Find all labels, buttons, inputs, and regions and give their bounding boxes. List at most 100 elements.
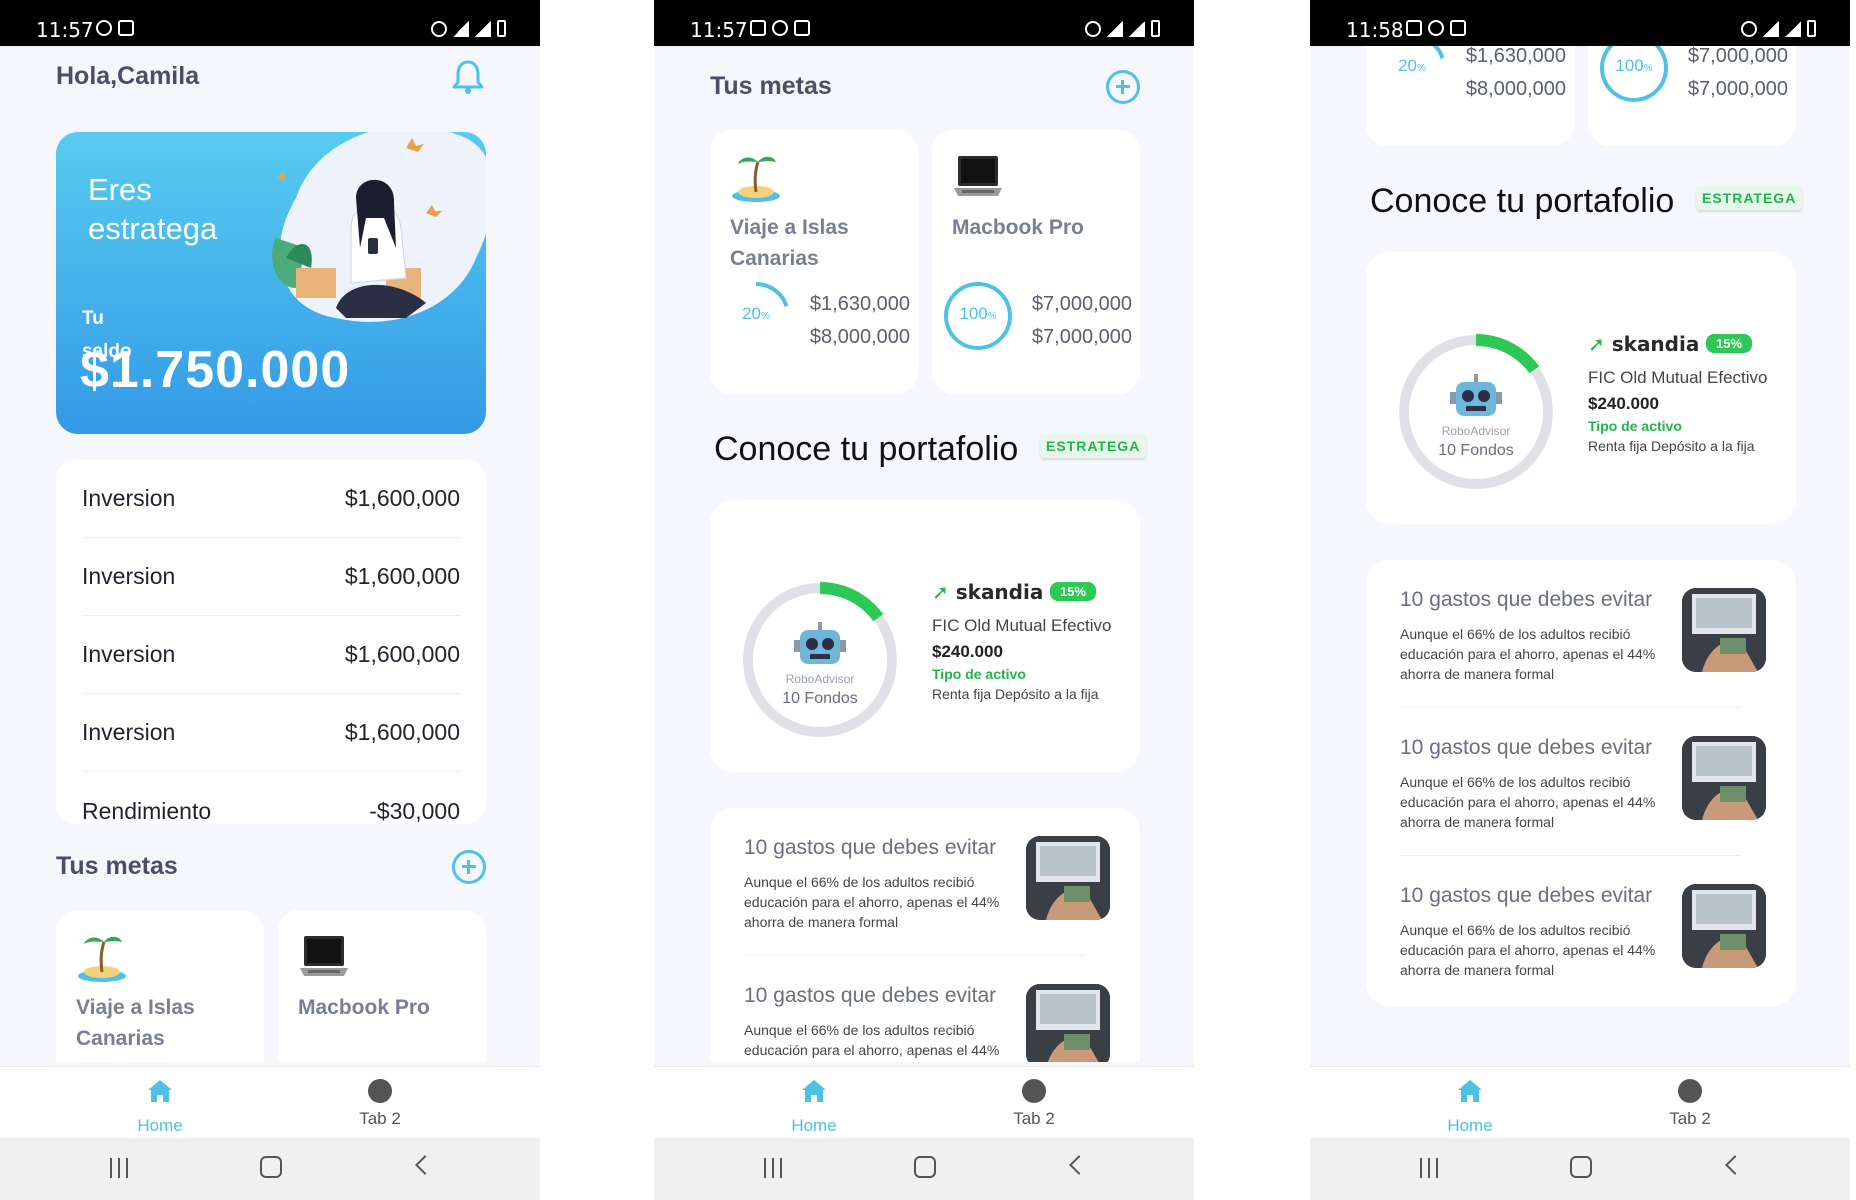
island-icon — [732, 156, 780, 202]
returns-value: -$30,000 — [369, 797, 460, 824]
investments-card: Inversion $1,600,000 Inversion $1,600,00… — [56, 460, 486, 824]
back-icon[interactable] — [1725, 1155, 1745, 1175]
portfolio-card[interactable]: RoboAdvisor 10 Fondos ➚ skandia 15% FIC … — [1366, 252, 1796, 524]
articles-card: 10 gastos que debes evitar Aunque el 66%… — [710, 808, 1140, 1062]
tab-bar: Home Tab 2 — [0, 1066, 540, 1142]
portfolio-content: 20% $1,630,000 $8,000,000 100% $7,000,00… — [1310, 46, 1850, 1062]
alarm-icon — [431, 21, 447, 37]
tab-2[interactable]: Tab 2 — [959, 1077, 1109, 1129]
tab-2[interactable]: Tab 2 — [1615, 1077, 1765, 1129]
home-nav-icon[interactable] — [1570, 1156, 1592, 1178]
tab-home[interactable]: Home — [1395, 1077, 1545, 1136]
skandia-logo: ➚ skandia — [1588, 332, 1700, 356]
investment-row[interactable]: Inversion $1,600,000 — [82, 616, 460, 694]
circle-icon — [1022, 1079, 1046, 1103]
article-title: 10 gastos que debes evitar — [1400, 588, 1653, 611]
recent-apps-icon[interactable] — [110, 1158, 130, 1178]
home-icon — [802, 1080, 826, 1102]
scroll-area[interactable]: Tus metas Viaje a Islas Canarias 20% $1,… — [654, 46, 1194, 1062]
goals-title: Tus metas — [56, 852, 178, 880]
hero-title: Eres estratega — [88, 172, 218, 246]
investment-row[interactable]: Inversion $1,600,000 — [82, 538, 460, 616]
tab-2-label: Tab 2 — [1013, 1109, 1055, 1128]
recent-apps-icon[interactable] — [1420, 1158, 1440, 1178]
wifi-icon — [1763, 21, 1779, 37]
status-bar: 11:57 — [0, 0, 540, 46]
strategist-badge: ESTRATEGA — [1696, 186, 1803, 210]
back-icon[interactable] — [415, 1155, 435, 1175]
investment-row[interactable]: Inversion $1,600,000 — [82, 694, 460, 772]
article-body: Aunque el 66% de los adultos recibió edu… — [1400, 774, 1656, 830]
article-body: Aunque el 66% de los adultos recibió edu… — [1400, 922, 1656, 978]
android-nav-bar — [1310, 1138, 1850, 1200]
goal-card-canarias[interactable]: 20% $1,630,000 $8,000,000 — [1366, 46, 1574, 146]
article-item[interactable]: 10 gastos que debes evitar Aunque el 66%… — [744, 956, 1114, 1062]
goal-card-canarias[interactable]: Viaje a Islas Canarias — [56, 910, 264, 1062]
goal-name: Viaje a Islas Canarias — [730, 216, 849, 270]
investment-label: Inversion — [82, 719, 176, 745]
roboadvisor-label: RoboAdvisor — [1441, 424, 1511, 438]
greeting: Hola,Camila — [56, 62, 200, 90]
tab-home-label: Home — [137, 1116, 183, 1135]
investment-row[interactable]: Inversion $1,600,000 — [82, 460, 460, 538]
goal-card-macbook[interactable]: Macbook Pro — [278, 910, 486, 1062]
add-goal-button[interactable] — [1106, 70, 1140, 104]
article-item[interactable]: 10 gastos que debes evitar Aunque el 66%… — [1400, 708, 1770, 856]
article-item[interactable]: 10 gastos que debes evitar Aunque el 66%… — [1400, 856, 1770, 1004]
battery-icon — [1807, 20, 1816, 37]
goal-card-canarias[interactable]: Viaje a Islas Canarias 20% $1,630,000 $8… — [710, 130, 918, 394]
goal-name: Macbook Pro — [298, 996, 430, 1019]
fund-info: ➚ skandia 15% FIC Old Mutual Efectivo $2… — [932, 580, 1132, 702]
home-nav-icon[interactable] — [914, 1156, 936, 1178]
whatsapp-icon — [96, 20, 112, 36]
notification-icons — [750, 20, 810, 36]
article-body: Aunque el 66% de los adultos recibió edu… — [744, 1022, 1000, 1058]
tab-bar: Home Tab 2 — [1310, 1066, 1850, 1142]
fund-price: $240.000 — [932, 642, 1003, 661]
goal-card-macbook[interactable]: Macbook Pro 100% $7,000,000 $7,000,000 — [932, 130, 1140, 394]
wifi-icon — [453, 21, 469, 37]
home-nav-icon[interactable] — [260, 1156, 282, 1178]
article-item[interactable]: 10 gastos que debes evitar Aunque el 66%… — [744, 808, 1114, 956]
bell-icon[interactable] — [450, 58, 486, 96]
battery-icon — [1151, 20, 1160, 37]
article-item[interactable]: 10 gastos que debes evitar Aunque el 66%… — [1400, 560, 1770, 708]
phone-screen-portfolio: 11:58 20% $1,630,000 $8,000,000 100% $7,… — [1310, 0, 1850, 1200]
scroll-area[interactable]: 20% $1,630,000 $8,000,000 100% $7,000,00… — [1310, 46, 1850, 1062]
back-icon[interactable] — [1069, 1155, 1089, 1175]
funds-count: 10 Fondos — [1438, 442, 1514, 459]
funds-count: 10 Fondos — [782, 690, 858, 707]
goal-saved: $1,630,000 — [1465, 46, 1566, 67]
recent-apps-icon[interactable] — [764, 1158, 784, 1178]
tab-bar: Home Tab 2 — [654, 1066, 1194, 1142]
investment-value: $1,600,000 — [344, 563, 460, 589]
article-title: 10 gastos que debes evitar — [1400, 884, 1653, 907]
portfolio-card[interactable]: RoboAdvisor 10 Fondos ➚ skandia 15% FIC … — [710, 500, 1140, 772]
goal-card-macbook[interactable]: 100% $7,000,000 $7,000,000 — [1588, 46, 1796, 146]
add-goal-button[interactable] — [452, 850, 486, 884]
article-title: 10 gastos que debes evitar — [744, 836, 997, 859]
returns-row[interactable]: Rendimiento -$30,000 — [82, 772, 460, 824]
status-time: 11:58 — [1346, 18, 1404, 42]
tab-2[interactable]: Tab 2 — [305, 1077, 455, 1129]
tab-home[interactable]: Home — [85, 1077, 235, 1136]
whatsapp-icon — [1428, 20, 1444, 36]
woman-illustration — [272, 132, 486, 322]
system-icons — [431, 20, 506, 37]
battery-icon — [497, 20, 506, 37]
android-nav-bar — [0, 1138, 540, 1200]
android-nav-bar — [654, 1138, 1194, 1200]
status-bar: 11:57 — [654, 0, 1194, 46]
asset-type-label: Tipo de activo — [1588, 418, 1682, 434]
phone-screen-home: 11:57 Hola,Camila Eres estratega Tu sald… — [0, 0, 540, 1200]
skandia-logo: ➚ skandia — [932, 580, 1044, 604]
tab-2-label: Tab 2 — [359, 1109, 401, 1128]
investment-label: Inversion — [82, 563, 176, 589]
circle-icon — [368, 1079, 392, 1103]
scroll-area[interactable]: Hola,Camila Eres estratega Tu saldo $1.7… — [0, 46, 540, 1062]
goal-progress-ring — [1378, 46, 1446, 102]
system-icons — [1085, 20, 1160, 37]
balance-card[interactable]: Eres estratega Tu saldo $1.750.000 — [56, 132, 486, 434]
tab-home[interactable]: Home — [739, 1077, 889, 1136]
goal-progress-ring — [1600, 46, 1668, 102]
